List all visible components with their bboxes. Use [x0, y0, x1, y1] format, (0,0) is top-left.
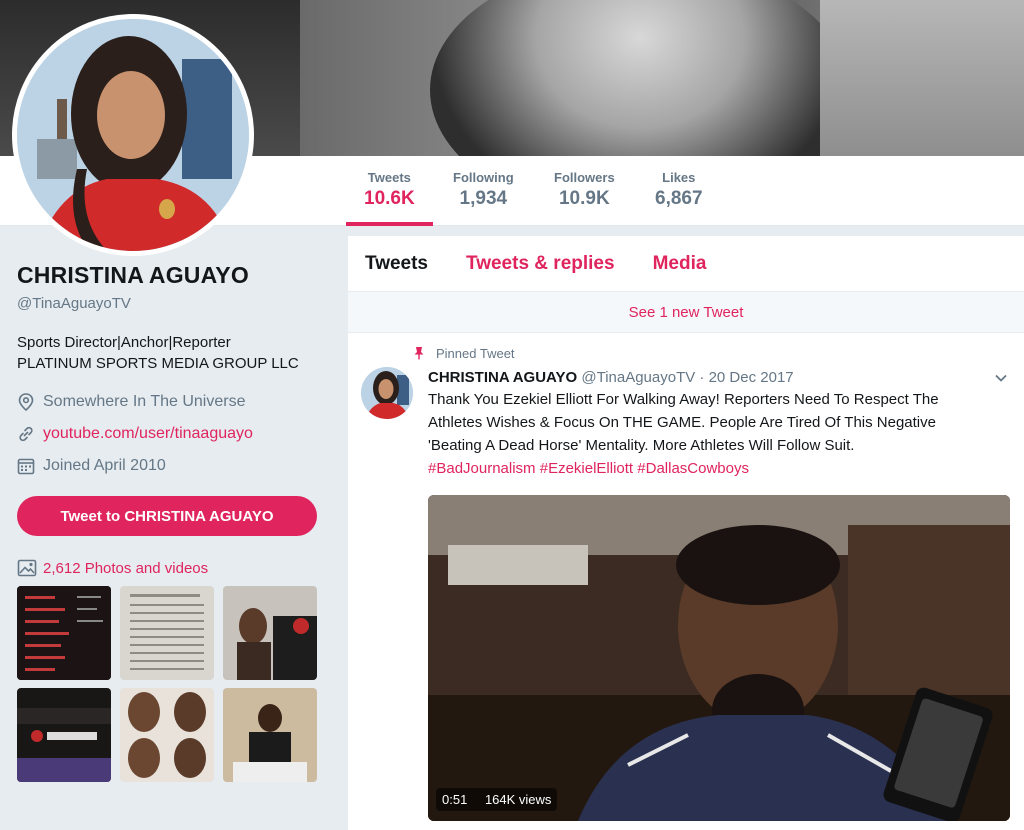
new-tweet-banner[interactable]: See 1 new Tweet — [348, 292, 1024, 333]
tweet-video[interactable]: 0:51 164K views — [428, 495, 1010, 821]
tweet-body: CHRISTINA AGUAYO @TinaAguayoTV · 20 Dec … — [428, 369, 1010, 821]
tweet-text: Thank You Ezekiel Elliott For Walking Aw… — [428, 388, 994, 457]
profile-card: CHRISTINA AGUAYO @TinaAguayoTV Sports Di… — [17, 262, 337, 782]
profile-bio: Sports Director|Anchor|Reporter PLATINUM… — [17, 332, 337, 374]
media-grid — [17, 586, 317, 782]
tweet-author[interactable]: CHRISTINA AGUAYO — [428, 369, 577, 386]
pinned-label-row: Pinned Tweet — [412, 343, 1010, 363]
location-text: Somewhere In The Universe — [43, 393, 246, 410]
link-icon — [17, 425, 35, 443]
tweet-hashtags[interactable]: #BadJournalism #EzekielElliott #DallasCo… — [428, 457, 1010, 480]
stat-following[interactable]: Following 1,934 — [453, 170, 514, 210]
tweet-text-line: Thank You Ezekiel Elliott For Walking Aw… — [428, 391, 939, 408]
stat-label: Tweets — [367, 170, 411, 185]
timeline-tabs: Tweets Tweets & replies Media — [348, 236, 1024, 292]
tab-tweets-replies[interactable]: Tweets & replies — [466, 253, 615, 275]
stat-value: 10.9K — [558, 188, 610, 209]
website-link[interactable]: youtube.com/user/tinaaguayo — [43, 425, 253, 443]
location-row: Somewhere In The Universe — [17, 386, 337, 418]
pinned-tweet[interactable]: Pinned Tweet CHRISTINA AGUAYO @TinaAguay… — [348, 333, 1024, 821]
stat-label: Followers — [554, 170, 615, 185]
tweet-author-avatar[interactable] — [361, 367, 413, 419]
stat-value: 10.6K — [364, 188, 415, 209]
media-thumb[interactable] — [17, 586, 111, 680]
pinned-label: Pinned Tweet — [436, 345, 515, 361]
profile-avatar[interactable] — [12, 14, 254, 256]
stat-label: Likes — [662, 170, 696, 185]
profile-handle[interactable]: @TinaAguayoTV — [17, 295, 337, 312]
website-row: youtube.com/user/tinaaguayo — [17, 418, 337, 450]
tweet-handle-date[interactable]: @TinaAguayoTV · 20 Dec 2017 — [581, 369, 793, 386]
stat-label: Following — [453, 170, 514, 185]
stat-followers[interactable]: Followers 10.9K — [554, 170, 615, 210]
photos-videos-link[interactable]: 2,612 Photos and videos — [17, 558, 337, 578]
joined-text: Joined April 2010 — [43, 457, 166, 474]
profile-meta: Somewhere In The Universe youtube.com/us… — [17, 386, 337, 482]
media-thumb[interactable] — [223, 688, 317, 782]
calendar-icon — [17, 457, 35, 475]
tweet-header: CHRISTINA AGUAYO @TinaAguayoTV · 20 Dec … — [428, 369, 1010, 386]
media-thumb[interactable] — [120, 688, 214, 782]
media-thumb[interactable] — [120, 586, 214, 680]
video-badge: 0:51 164K views — [436, 788, 558, 811]
video-duration: 0:51 — [442, 792, 468, 807]
bio-line: Sports Director|Anchor|Reporter — [17, 334, 231, 351]
joined-row: Joined April 2010 — [17, 450, 337, 482]
stat-tweets[interactable]: Tweets 10.6K — [346, 170, 433, 226]
media-thumb[interactable] — [17, 688, 111, 782]
photos-label: 2,612 Photos and videos — [43, 559, 209, 577]
location-pin-icon — [17, 393, 35, 411]
video-views: 164K views — [484, 792, 552, 807]
tweet-to-button[interactable]: Tweet to CHRISTINA AGUAYO — [17, 496, 317, 536]
chevron-down-icon[interactable] — [994, 371, 1008, 385]
tweet-text-line: Athletes Wishes & Focus On THE GAME. Peo… — [428, 414, 936, 431]
timeline: Tweets Tweets & replies Media See 1 new … — [348, 236, 1024, 830]
profile-name: CHRISTINA AGUAYO — [17, 262, 249, 288]
image-icon — [17, 558, 37, 578]
tab-media[interactable]: Media — [653, 253, 707, 275]
media-thumb[interactable] — [223, 586, 317, 680]
tweet-text-line: 'Beating A Dead Horse' Mentality. More A… — [428, 437, 855, 454]
tab-tweets[interactable]: Tweets — [365, 253, 428, 275]
stat-value: 6,867 — [655, 188, 703, 209]
stat-value: 1,934 — [459, 188, 508, 209]
bio-line: PLATINUM SPORTS MEDIA GROUP LLC — [17, 355, 299, 372]
pin-icon — [412, 346, 426, 360]
stat-likes[interactable]: Likes 6,867 — [655, 170, 703, 210]
